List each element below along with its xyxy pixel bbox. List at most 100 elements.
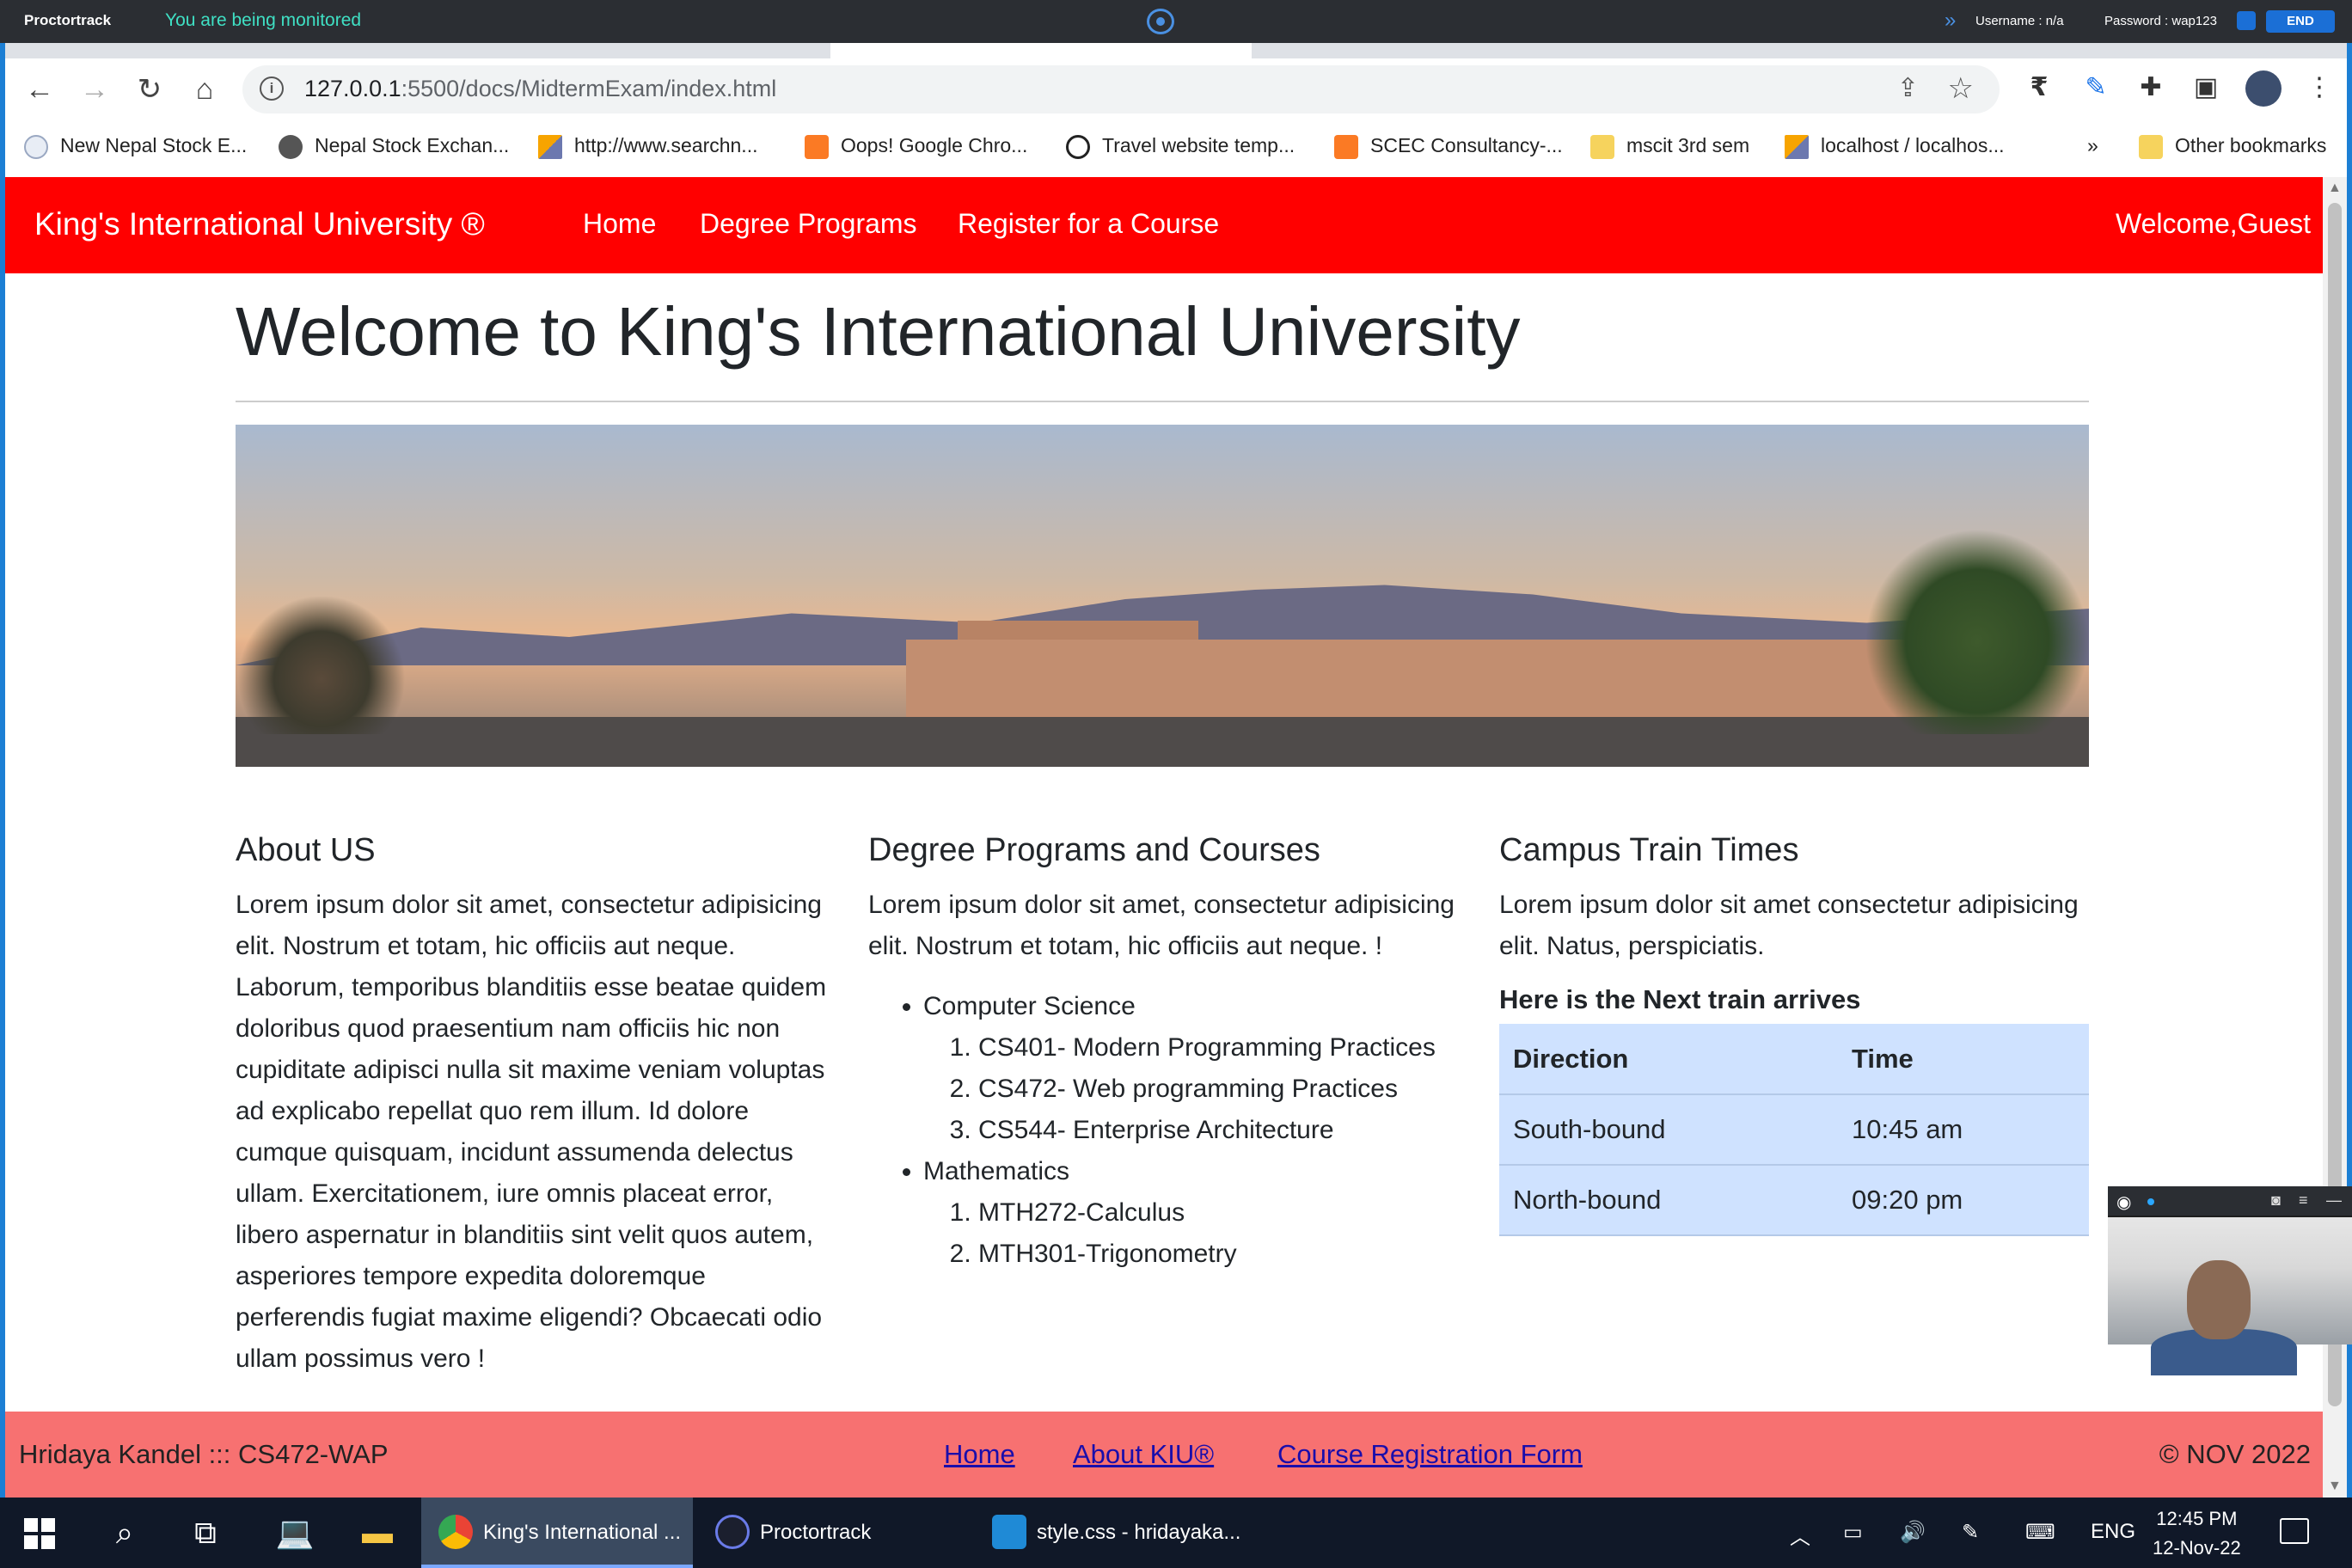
volume-icon[interactable]: 🔊: [1900, 1520, 1926, 1545]
back-arrow-icon[interactable]: ←: [21, 70, 58, 108]
course-list: MTH272-Calculus MTH301-Trigonometry: [978, 1192, 1470, 1275]
bookmark-item[interactable]: http://www.searchn...: [538, 131, 757, 160]
table-header-row: Direction Time: [1499, 1024, 2089, 1095]
proctortrack-brand: Proctortrack: [24, 12, 112, 28]
webcam-preview[interactable]: ◉ ◙ ≡ —: [2108, 1186, 2352, 1375]
language-indicator[interactable]: ENG: [2091, 1520, 2135, 1544]
site-brand[interactable]: King's International University ®: [34, 206, 485, 242]
system-clock[interactable]: 12:45 PM 12-Nov-22: [2153, 1504, 2241, 1563]
reload-icon[interactable]: ↻: [131, 70, 168, 108]
trees: [236, 597, 407, 734]
bookmark-star-icon[interactable]: ☆: [1948, 71, 1974, 106]
course-list: CS401- Modern Programming Practices CS47…: [978, 1027, 1470, 1151]
profile-avatar[interactable]: [2245, 70, 2282, 107]
xampp-icon: [1334, 134, 1358, 159]
bookmark-label: SCEC Consultancy-...: [1370, 134, 1563, 156]
site-info-icon[interactable]: i: [260, 77, 284, 101]
username-label: Username : n/a: [1975, 14, 2064, 28]
nav-register-course[interactable]: Register for a Course: [958, 208, 1219, 240]
table-row: South-bound 10:45 am: [1499, 1094, 2089, 1166]
about-heading: About US: [236, 832, 376, 868]
tab-left[interactable]: [5, 43, 830, 58]
url-host: 127.0.0.1: [304, 76, 401, 101]
notification-icon[interactable]: [2280, 1518, 2309, 1544]
double-chevron-icon[interactable]: »: [1945, 9, 1956, 33]
bookmark-item[interactable]: Oops! Google Chro...: [805, 131, 1027, 160]
share-icon[interactable]: ⇪: [1897, 73, 1919, 103]
page-viewport: King's International University ® Home D…: [5, 177, 2323, 1498]
home-icon[interactable]: ⌂: [186, 70, 224, 108]
download-icon: [1066, 134, 1090, 159]
program-list: Computer Science CS401- Modern Programmi…: [923, 986, 1470, 1275]
list-item: CS401- Modern Programming Practices: [978, 1027, 1470, 1069]
folder-icon: [1590, 134, 1614, 159]
bookmark-item[interactable]: localhost / localhos...: [1785, 131, 2005, 160]
list-item: Computer Science CS401- Modern Programmi…: [923, 986, 1470, 1151]
bookmark-item[interactable]: Nepal Stock Exchan...: [279, 131, 509, 160]
webcam-feed: [2108, 1217, 2352, 1375]
url-text[interactable]: 127.0.0.1:5500/docs/MidtermExam/index.ht…: [304, 76, 776, 102]
bookmark-label: http://www.searchn...: [574, 134, 758, 156]
windows-start-icon[interactable]: [24, 1518, 55, 1549]
taskbar-app-proctortrack[interactable]: Proctortrack: [698, 1498, 956, 1568]
edit-icon[interactable]: ✎: [2077, 69, 2115, 107]
nav-degree-programs[interactable]: Degree Programs: [700, 208, 917, 240]
footer-link-home[interactable]: Home: [944, 1439, 1015, 1470]
end-button[interactable]: END: [2266, 10, 2335, 33]
browser-chrome: ← → ↻ ⌂ i 127.0.0.1:5500/docs/MidtermExa…: [5, 43, 2347, 177]
keyboard-icon[interactable]: ⌨: [2025, 1520, 2055, 1545]
file-explorer-icon[interactable]: ▬: [356, 1511, 399, 1554]
bookmarks-overflow-button[interactable]: »: [2087, 131, 2098, 160]
menu-icon[interactable]: ≡: [2299, 1191, 2308, 1210]
table-row: North-bound 09:20 pm: [1499, 1165, 2089, 1236]
chat-icon[interactable]: ◙: [2271, 1191, 2281, 1210]
list-item: CS472- Web programming Practices: [978, 1069, 1470, 1110]
folder-icon: [2139, 134, 2163, 159]
sidepanel-icon[interactable]: ▣: [2187, 69, 2225, 107]
search-icon[interactable]: ⌕: [103, 1511, 146, 1554]
trees: [1865, 528, 2089, 734]
eye-icon: ◉: [2116, 1193, 2132, 1212]
scroll-down-icon[interactable]: ▼: [2328, 1479, 2342, 1494]
bookmark-item[interactable]: SCEC Consultancy-...: [1334, 131, 1563, 160]
chrome-icon: [438, 1515, 473, 1549]
degrees-heading: Degree Programs and Courses: [868, 832, 1320, 868]
about-section: About US Lorem ipsum dolor sit amet, con…: [236, 832, 837, 1380]
proctortrack-bar: Proctortrack You are being monitored » U…: [0, 0, 2352, 43]
bookmark-item[interactable]: Travel website temp...: [1066, 131, 1295, 160]
train-heading: Campus Train Times: [1499, 832, 1799, 868]
battery-icon[interactable]: ▭: [1843, 1520, 1863, 1545]
degrees-section: Degree Programs and Courses Lorem ipsum …: [868, 832, 1470, 1275]
other-bookmarks[interactable]: Other bookmarks: [2139, 131, 2326, 160]
kebab-menu-icon[interactable]: ⋮: [2300, 69, 2338, 107]
footer-link-registration[interactable]: Course Registration Form: [1277, 1439, 1583, 1470]
program-name: Computer Science: [923, 992, 1136, 1020]
forward-arrow-icon[interactable]: →: [76, 70, 113, 108]
taskbar-app-vscode[interactable]: style.css - hridayaka...: [975, 1498, 1259, 1568]
taskbar-app-chrome[interactable]: King's International ...: [421, 1498, 693, 1568]
extension-icon[interactable]: ₹: [2020, 69, 2058, 107]
pen-icon[interactable]: ✎: [1962, 1520, 1979, 1545]
taskbar-app-label: King's International ...: [483, 1521, 682, 1544]
bookmark-item[interactable]: mscit 3rd sem: [1590, 131, 1749, 160]
laptop-app-icon[interactable]: 💻: [273, 1511, 316, 1554]
list-item: MTH272-Calculus: [978, 1192, 1470, 1234]
scroll-up-icon[interactable]: ▲: [2328, 181, 2342, 196]
taskbar: ⌕ ⧉ 💻 ▬ King's International ... Proctor…: [0, 1498, 2352, 1568]
task-view-icon[interactable]: ⧉: [184, 1511, 227, 1554]
address-bar[interactable]: i 127.0.0.1:5500/docs/MidtermExam/index.…: [242, 65, 2000, 113]
welcome-user: Welcome,Guest: [2115, 208, 2311, 239]
proctortrack-icon: [715, 1515, 750, 1549]
footer-author: Hridaya Kandel ::: CS472-WAP: [19, 1439, 389, 1469]
tab-right[interactable]: [1252, 43, 2343, 58]
bookmark-item[interactable]: New Nepal Stock E...: [24, 131, 247, 160]
footer-link-about[interactable]: About KIU®: [1073, 1439, 1214, 1470]
minimize-icon[interactable]: —: [2326, 1191, 2342, 1210]
nav-home[interactable]: Home: [583, 208, 656, 240]
tab-active[interactable]: [830, 43, 1252, 58]
table-cell: South-bound: [1499, 1094, 1838, 1166]
chevron-up-icon[interactable]: ︿: [1790, 1520, 1810, 1550]
chat-icon[interactable]: [2237, 11, 2256, 30]
recording-indicator: [2147, 1198, 2154, 1205]
puzzle-icon[interactable]: ✚: [2132, 69, 2170, 107]
